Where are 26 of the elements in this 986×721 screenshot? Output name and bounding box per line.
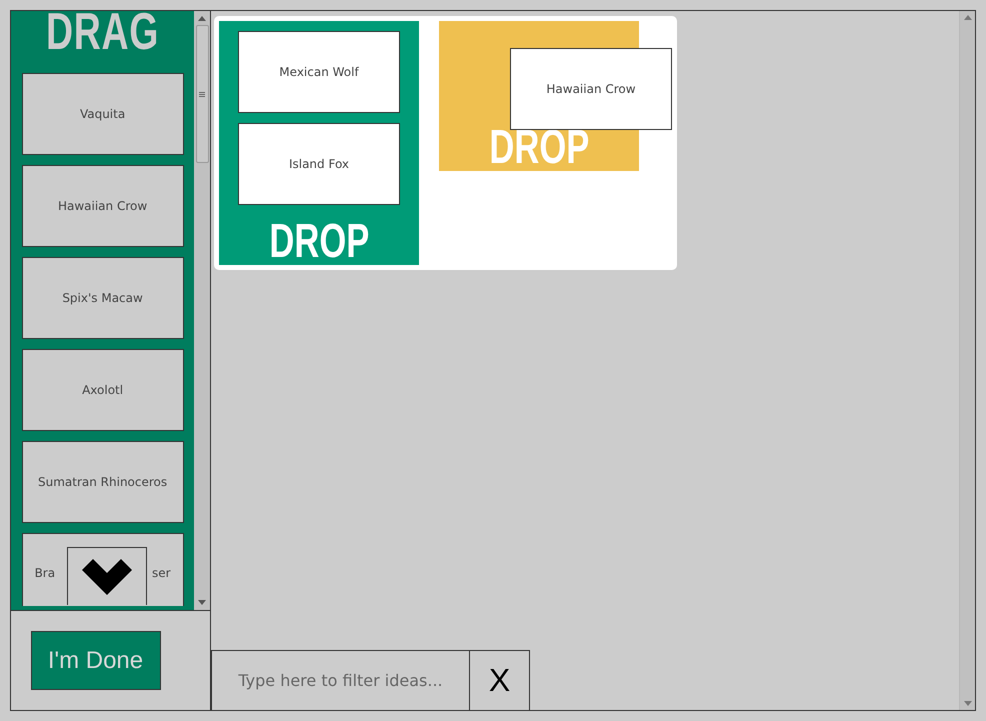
scrollbar-thumb[interactable] — [196, 25, 209, 163]
arrow-down-icon[interactable] — [964, 701, 972, 706]
idea-card[interactable]: Bra ser — [22, 533, 184, 606]
drop-label: DROP — [269, 219, 369, 265]
clear-button[interactable]: X — [470, 650, 530, 710]
idea-card[interactable]: Axolotl — [22, 349, 184, 431]
chevron-down-icon — [82, 558, 132, 594]
idea-text: Bra — [34, 566, 56, 580]
done-button[interactable]: I'm Done — [30, 631, 160, 690]
idea-card[interactable]: Mexican Wolf — [238, 31, 400, 113]
scrollbar[interactable] — [194, 11, 210, 610]
idea-text: ser — [152, 566, 172, 580]
idea-card[interactable]: Spix's Macaw — [22, 257, 184, 339]
arrow-down-icon[interactable] — [198, 600, 206, 605]
scrollbar[interactable] — [959, 11, 975, 710]
idea-card[interactable]: Sumatran Rhinoceros — [22, 441, 184, 523]
arrow-up-icon[interactable] — [198, 16, 206, 21]
drag-title: DRAG — [46, 11, 160, 57]
filter-field[interactable]: Type here to filter ideas... — [211, 650, 470, 710]
scroll-down-button[interactable] — [66, 547, 147, 605]
dragged-idea-card[interactable]: Hawaiian Crow — [510, 48, 672, 130]
idea-card[interactable]: Island Fox — [238, 123, 400, 205]
arrow-up-icon[interactable] — [964, 15, 972, 20]
idea-card[interactable]: Hawaiian Crow — [22, 165, 184, 247]
grip-icon — [199, 92, 206, 96]
idea-card[interactable]: Vaquita — [22, 73, 184, 155]
